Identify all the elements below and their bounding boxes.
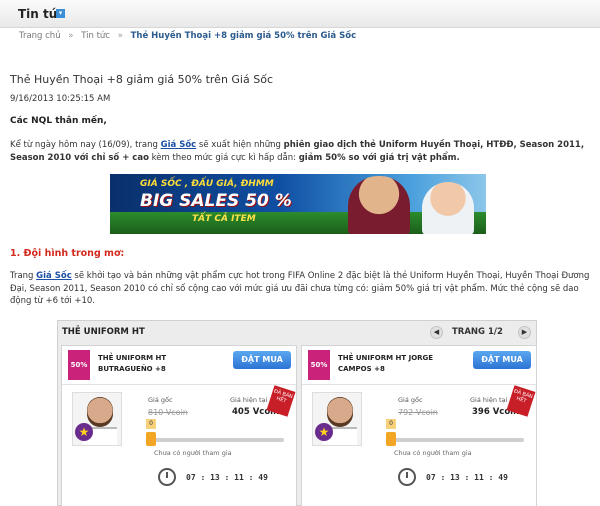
original-price-label: Giá gốc [148,396,173,404]
product-widget: THẺ UNIFORM HT ◀ TRANG 1/2 ▶ 50% THẺ UNI… [57,320,537,506]
promo-banner[interactable]: GIÁ SỐC , ĐẤU GIÁ, ĐHMM BIG SALES 50 % T… [110,174,486,234]
clock-icon [158,468,176,486]
product-name: THẺ UNIFORM HT BUTRAGUEÑO +8 [98,354,167,373]
player-avatar: ★ [312,392,362,446]
divider [302,384,536,385]
buy-button[interactable]: ĐẶT MUA [473,351,531,369]
article-paragraph-2: Trang Giá Sốc sẽ khởi tạo và bán những v… [10,270,590,308]
breadcrumb-home[interactable]: Trang chủ [19,31,61,41]
original-price: 810 Vcoin [148,408,188,417]
gia-soc-link[interactable]: Giá Sốc [36,271,72,281]
current-price-label: Giá hiện tại [470,396,508,404]
bid-count: 0 [146,419,156,429]
gia-soc-link[interactable]: Giá Sốc [161,140,197,150]
section-heading: 1. Đội hình trong mơ: [10,248,125,259]
slider-knob[interactable] [146,432,156,446]
text: kèm theo mức giá cực kì hấp dẫn: [148,153,299,163]
participants-note: Chưa có người tham gia [394,449,472,457]
article-date: 9/16/2013 10:25:15 AM [10,94,111,104]
countdown-timer: 07 : 13 : 11 : 49 [186,473,268,482]
buy-button[interactable]: ĐẶT MUA [233,351,291,369]
page-header: Tin tức ▾ [0,0,600,28]
arrow-down-icon[interactable]: ▾ [56,9,65,18]
player-face [87,397,113,427]
banner-player-1 [348,176,410,234]
product-card: 50% THẺ UNIFORM HT JORGE CAMPOS +8 ĐẶT M… [301,345,537,506]
text: sẽ khởi tạo và bán những vật phẩm cực ho… [10,271,590,306]
discount-badge: 50% [308,350,330,380]
breadcrumb: Trang chủ » Tin tức » Thẻ Huyền Thoại +8… [19,31,356,41]
discount-badge: 50% [68,350,90,380]
breadcrumb-news[interactable]: Tin tức [81,31,110,41]
original-price: 792 Vcoin [398,408,438,417]
product-name: THẺ UNIFORM HT JORGE CAMPOS +8 [338,354,434,373]
banner-line-1: GIÁ SỐC , ĐẤU GIÁ, ĐHMM [140,179,274,189]
breadcrumb-separator: » [68,31,74,41]
breadcrumb-separator: » [117,31,123,41]
article-title: Thẻ Huyền Thoại +8 giảm giá 50% trên Giá… [10,73,273,86]
text: Kể từ ngày hôm nay (16/09), trang [10,140,161,150]
divider [62,384,296,385]
widget-header: THẺ UNIFORM HT ◀ TRANG 1/2 ▶ [58,321,536,343]
countdown-timer: 07 : 13 : 11 : 49 [426,473,508,482]
player-face [327,397,353,427]
text: sẽ xuất hiện những [196,140,284,150]
progress-slider [148,438,284,442]
widget-title: THẺ UNIFORM HT [62,327,145,337]
product-card: 50% THẺ UNIFORM HT BUTRAGUEÑO +8 ĐẶT MUA… [61,345,297,506]
banner-line-3: TẤT CẢ ITEM [192,214,256,224]
article-paragraph-1: Kể từ ngày hôm nay (16/09), trang Giá Số… [10,139,590,165]
next-page-button[interactable]: ▶ [518,326,531,339]
breadcrumb-current: Thẻ Huyền Thoại +8 giảm giá 50% trên Giá… [130,31,357,41]
current-price-label: Giá hiện tại [230,396,268,404]
page-indicator: TRANG 1/2 [452,327,503,337]
prev-page-button[interactable]: ◀ [430,326,443,339]
bold-text: giảm 50% so với giá trị vật phẩm. [298,153,460,163]
player-avatar: ★ [72,392,122,446]
participants-note: Chưa có người tham gia [154,449,232,457]
original-price-label: Giá gốc [398,396,423,404]
legend-star-icon: ★ [75,423,93,441]
clock-icon [398,468,416,486]
progress-slider [388,438,524,442]
text: Trang [10,271,37,281]
legend-star-icon: ★ [315,423,333,441]
banner-line-2: BIG SALES 50 % [140,191,292,211]
slider-knob[interactable] [386,432,396,446]
bid-count: 0 [386,419,396,429]
article-greeting: Các NQL thân mến, [10,116,107,126]
banner-player-2 [422,182,474,234]
